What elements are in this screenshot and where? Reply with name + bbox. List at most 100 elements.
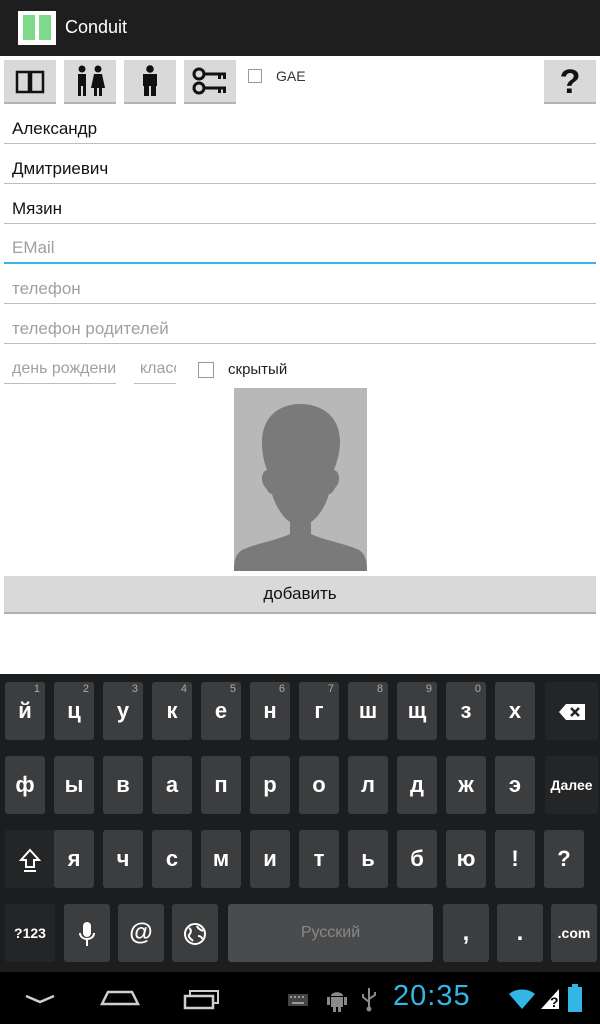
email-field[interactable] — [4, 234, 596, 264]
keys-button[interactable] — [184, 60, 236, 104]
key-label: х — [508, 698, 522, 723]
key-label: ю — [456, 846, 476, 871]
keyboard: Далее ?123 @ Русский , . .com й1ц2у3к4е5… — [0, 674, 600, 972]
key-2-3[interactable]: а — [152, 756, 192, 814]
key-3-2[interactable]: ч — [103, 830, 143, 888]
period-key[interactable]: . — [497, 904, 543, 962]
backspace-key[interactable] — [545, 682, 598, 740]
key-label: ь — [361, 846, 375, 871]
hidden-label: скрытый — [228, 361, 288, 378]
key-label: и — [263, 846, 277, 871]
key-3-10[interactable]: ! — [495, 830, 535, 888]
backspace-icon — [558, 704, 585, 721]
key-label: д — [410, 772, 424, 797]
key-label: ч — [116, 846, 130, 871]
key-1-0[interactable]: й1 — [5, 682, 45, 740]
key-2-8[interactable]: д — [397, 756, 437, 814]
gae-checkbox[interactable] — [248, 69, 262, 83]
add-button[interactable]: добавить — [4, 576, 596, 614]
first-name-field[interactable] — [4, 114, 596, 144]
last-name-field[interactable] — [4, 194, 596, 224]
key-hint: 1 — [33, 683, 40, 695]
key-2-7[interactable]: л — [348, 756, 388, 814]
middle-name-field[interactable] — [4, 154, 596, 184]
journal-button[interactable] — [4, 60, 56, 104]
key-2-4[interactable]: п — [201, 756, 241, 814]
key-label: у — [116, 698, 130, 723]
key-1-10[interactable]: х — [495, 682, 535, 740]
keyboard-icon — [288, 994, 308, 1006]
mic-key[interactable] — [64, 904, 110, 962]
person-icon — [143, 65, 157, 96]
key-label: н — [263, 698, 277, 723]
hidden-toggle[interactable]: скрытый — [198, 361, 287, 378]
key-2-9[interactable]: ж — [446, 756, 486, 814]
key-2-0[interactable]: ф — [5, 756, 45, 814]
key-3-1[interactable]: я — [54, 830, 94, 888]
key-label: ! — [511, 846, 519, 871]
shift-icon — [18, 848, 42, 873]
key-3-11[interactable]: ? — [544, 830, 584, 888]
language-key[interactable] — [172, 904, 218, 962]
key-1-3[interactable]: к4 — [152, 682, 192, 740]
key-1-7[interactable]: ш8 — [348, 682, 388, 740]
recent-apps-icon[interactable] — [182, 988, 222, 1010]
phone-field[interactable] — [4, 274, 596, 304]
shift-key[interactable] — [5, 830, 55, 888]
clock: 20:35 — [393, 980, 471, 1012]
usb-icon — [362, 988, 376, 1012]
birthday-field[interactable] — [4, 354, 116, 384]
hidden-checkbox[interactable] — [198, 361, 214, 378]
key-3-3[interactable]: с — [152, 830, 192, 888]
key-hint: 9 — [425, 683, 432, 695]
key-2-6[interactable]: о — [299, 756, 339, 814]
key-2-5[interactable]: р — [250, 756, 290, 814]
class-field[interactable] — [134, 354, 176, 384]
key-1-1[interactable]: ц2 — [54, 682, 94, 740]
at-key[interactable]: @ — [118, 904, 164, 962]
symbols-key[interactable]: ?123 — [5, 904, 55, 962]
title-bar: Conduit — [0, 0, 600, 56]
key-2-2[interactable]: в — [103, 756, 143, 814]
key-3-9[interactable]: ю — [446, 830, 486, 888]
space-key[interactable]: Русский — [228, 904, 433, 962]
key-1-2[interactable]: у3 — [103, 682, 143, 740]
key-label: м — [212, 846, 230, 871]
home-icon[interactable] — [100, 988, 140, 1008]
key-3-5[interactable]: и — [250, 830, 290, 888]
key-1-6[interactable]: г7 — [299, 682, 339, 740]
key-2-10[interactable]: э — [495, 756, 535, 814]
keys-icon — [192, 67, 226, 95]
parent-phone-field[interactable] — [4, 314, 596, 344]
key-2-1[interactable]: ы — [54, 756, 94, 814]
key-3-8[interactable]: б — [397, 830, 437, 888]
key-hint: 4 — [180, 683, 187, 695]
key-label: ? — [557, 846, 571, 871]
next-key[interactable]: Далее — [545, 756, 598, 814]
back-icon[interactable] — [24, 990, 56, 1006]
gae-toggle[interactable]: GAE — [248, 67, 306, 85]
key-label: к — [166, 698, 178, 723]
system-bar: 20:35 ? — [0, 972, 600, 1024]
book-icon — [15, 70, 45, 94]
help-button[interactable]: ? — [544, 60, 596, 104]
key-3-6[interactable]: т — [299, 830, 339, 888]
key-hint: 0 — [474, 683, 481, 695]
groups-button[interactable] — [64, 60, 116, 104]
key-1-5[interactable]: н6 — [250, 682, 290, 740]
key-3-7[interactable]: ь — [348, 830, 388, 888]
key-3-4[interactable]: м — [201, 830, 241, 888]
key-label: ф — [15, 772, 35, 797]
photo-placeholder[interactable] — [234, 388, 367, 571]
key-label: ж — [458, 772, 474, 797]
key-1-8[interactable]: щ9 — [397, 682, 437, 740]
key-1-4[interactable]: е5 — [201, 682, 241, 740]
key-1-9[interactable]: з0 — [446, 682, 486, 740]
comma-key[interactable]: , — [443, 904, 489, 962]
com-key[interactable]: .com — [551, 904, 597, 962]
key-label: я — [67, 846, 81, 871]
student-button[interactable] — [124, 60, 176, 104]
silhouette-icon — [234, 404, 367, 571]
key-label: а — [165, 772, 179, 797]
globe-icon — [184, 923, 206, 946]
